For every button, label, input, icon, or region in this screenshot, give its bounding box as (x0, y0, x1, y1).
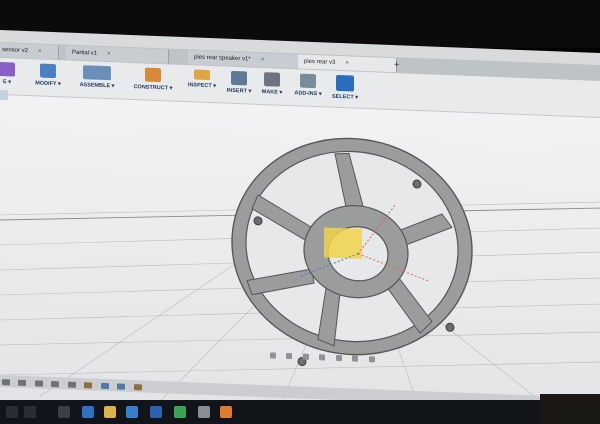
viewports-icon[interactable] (368, 356, 375, 363)
close-icon[interactable]: × (38, 48, 42, 54)
select-button[interactable]: SELECT ▾ (330, 74, 360, 101)
store-icon[interactable] (126, 406, 138, 418)
timeline-feature-icon[interactable] (117, 383, 126, 390)
addins-icon (300, 73, 316, 89)
grid-settings-icon[interactable] (352, 355, 359, 362)
windows-taskbar (0, 400, 600, 424)
toolbar-label: ASSEMBLE ▾ (79, 82, 115, 90)
fusion-360-window: sensor v2 × Partial v1 × pies rear speaker… (0, 30, 600, 424)
make-icon (264, 72, 280, 87)
insert-button[interactable]: INSERT ▾ (224, 70, 254, 95)
toolbar-label: MAKE ▾ (261, 89, 283, 96)
explorer-icon[interactable] (104, 406, 116, 418)
timeline-feature-icon[interactable] (133, 384, 142, 391)
toolbar-label: INSERT ▾ (226, 87, 252, 95)
zoom-icon[interactable] (302, 353, 309, 360)
toolbar-label: ADD-INS ▾ (294, 90, 322, 98)
start-icon[interactable] (6, 406, 18, 418)
toolbar-label: MODIFY ▾ (35, 80, 61, 88)
view-cube[interactable] (0, 90, 8, 101)
close-icon[interactable]: × (345, 60, 349, 66)
assemble-icon (83, 65, 111, 81)
fit-icon[interactable] (319, 354, 326, 361)
timeline-feature-icon[interactable] (84, 382, 93, 389)
toolbar-label: E ▾ (3, 79, 11, 86)
design-canvas[interactable] (0, 95, 600, 424)
photos-icon[interactable] (198, 406, 210, 418)
edge-icon[interactable] (82, 406, 94, 418)
desk-edge (540, 394, 600, 424)
timeline-feature-icon[interactable] (100, 382, 109, 390)
chrome-icon[interactable] (174, 406, 186, 418)
tab-label: pies rear v3 (304, 58, 336, 66)
timeline-play-icon[interactable] (34, 380, 43, 387)
bolt-hole (445, 322, 455, 332)
tab-sensor[interactable]: sensor v2 × (0, 42, 59, 60)
insert-icon (231, 70, 247, 86)
bolt-hole (412, 179, 422, 189)
timeline-prev-icon[interactable] (18, 379, 27, 387)
tab-label: Partial v1 (72, 49, 98, 57)
display-settings-icon[interactable] (335, 354, 342, 362)
addins-button[interactable]: ADD-INS ▾ (290, 73, 326, 97)
pan-icon[interactable] (286, 353, 293, 360)
modify-icon (40, 63, 56, 79)
mail-icon[interactable] (150, 406, 162, 418)
toolbar-label: INSPECT ▾ (187, 82, 217, 90)
construct-icon (145, 67, 161, 83)
speaker-ring-model[interactable] (231, 134, 473, 372)
assemble-button[interactable]: ASSEMBLE ▾ (74, 65, 120, 90)
inspect-icon (194, 69, 210, 81)
search-icon[interactable] (24, 406, 36, 418)
edit-form-icon (0, 61, 15, 77)
timeline-end-icon[interactable] (67, 381, 76, 388)
construct-button[interactable]: CONSTRUCT ▾ (128, 67, 178, 92)
fusion-icon[interactable] (220, 406, 232, 418)
tab-label: sensor v2 (2, 47, 29, 55)
new-tab-icon[interactable]: + (394, 59, 399, 69)
orbit-icon[interactable] (270, 352, 276, 359)
modify-button[interactable]: MODIFY ▾ (30, 63, 66, 87)
timeline-start-icon[interactable] (2, 379, 10, 386)
tab-label: pies rear speaker v1* (194, 54, 251, 63)
close-icon[interactable]: × (107, 51, 111, 57)
toolbar-label: CONSTRUCT ▾ (133, 84, 173, 92)
viewport-svg (0, 134, 600, 417)
close-icon[interactable]: × (261, 57, 265, 63)
inspect-button[interactable]: INSPECT ▾ (184, 69, 220, 89)
task-view-icon[interactable] (58, 406, 70, 418)
select-icon (336, 74, 354, 92)
bolt-hole (253, 216, 263, 226)
toolbar-label: SELECT ▾ (332, 93, 358, 101)
make-button[interactable]: MAKE ▾ (258, 72, 286, 96)
timeline-next-icon[interactable] (51, 380, 60, 388)
edit-form-button[interactable]: E ▾ (0, 61, 18, 86)
